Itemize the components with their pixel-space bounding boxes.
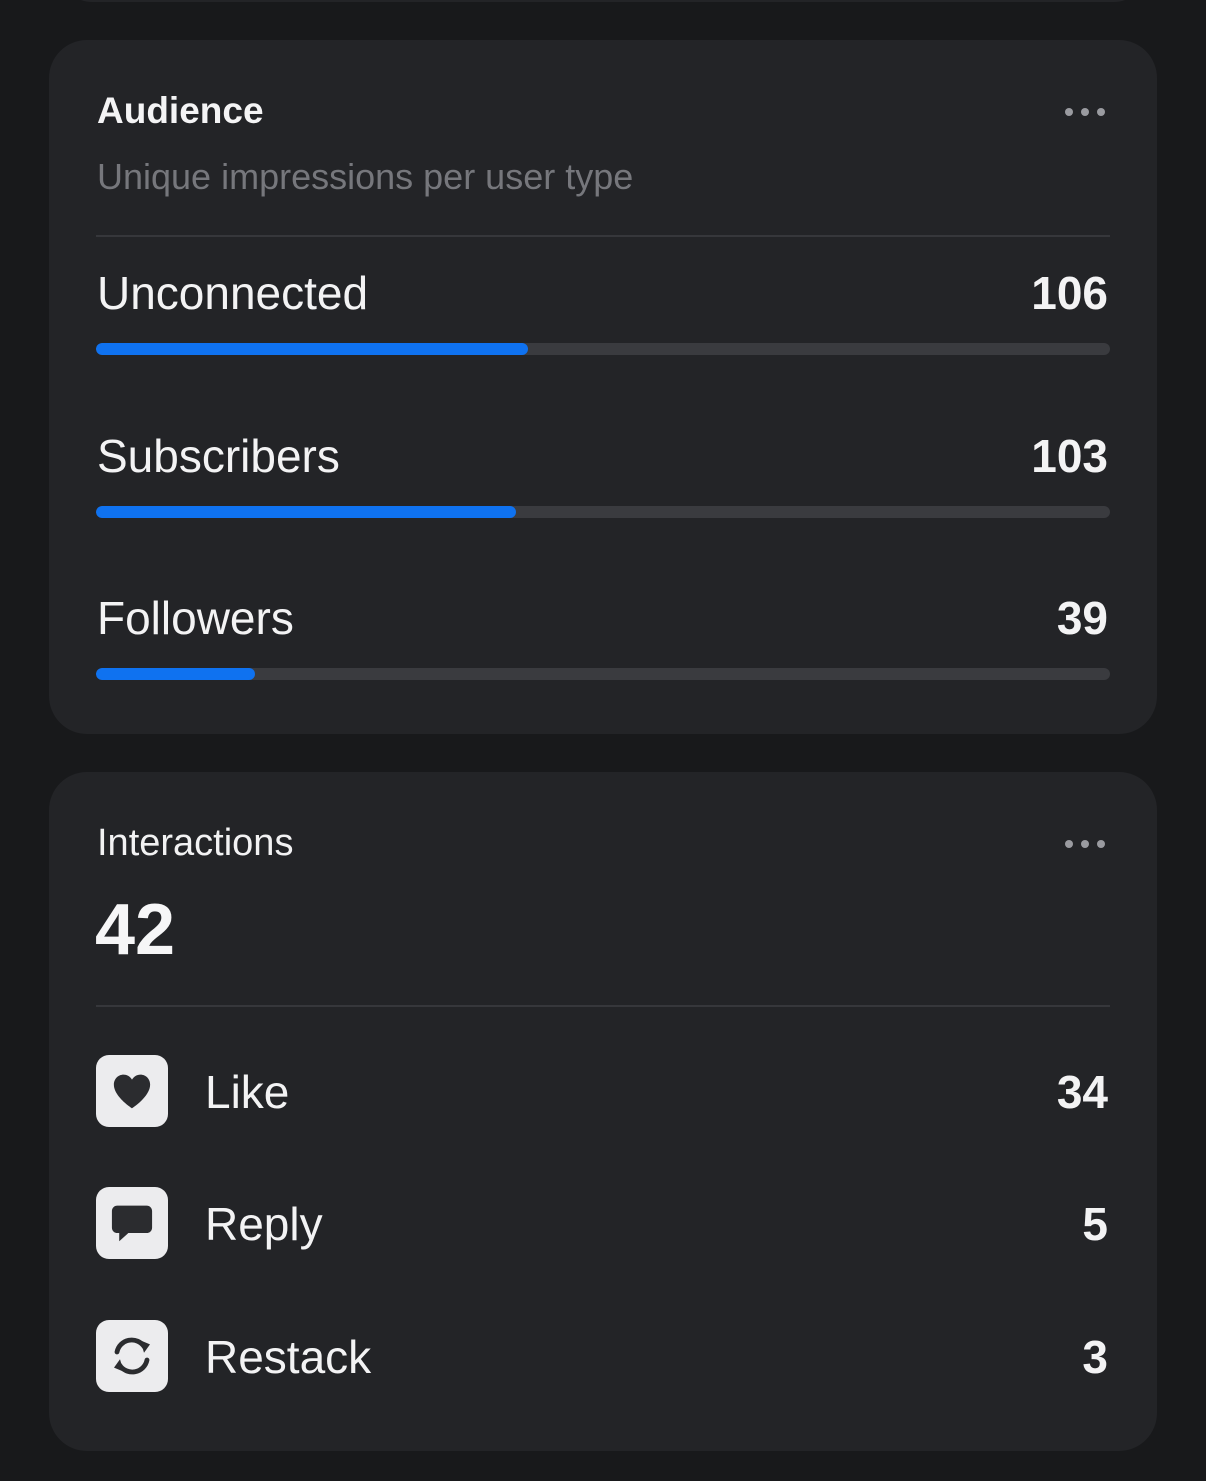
interaction-row-reply[interactable]: Reply 5 [96, 1187, 1110, 1259]
metric-bar-track [96, 506, 1110, 518]
interactions-more-button[interactable] [1065, 832, 1105, 856]
interaction-label: Like [205, 1066, 290, 1118]
metric-row-unconnected: Unconnected 106 [96, 266, 1110, 376]
interaction-row-like[interactable]: Like 34 [96, 1055, 1110, 1127]
metric-label: Subscribers [97, 430, 340, 482]
metric-value: 106 [1031, 267, 1108, 319]
audience-subtitle: Unique impressions per user type [97, 156, 634, 197]
interactions-card: Interactions 42 Like 34 Reply 5 Restack … [49, 772, 1157, 1451]
metric-bar-fill [96, 506, 516, 518]
interaction-label: Restack [205, 1331, 372, 1383]
interaction-label: Reply [205, 1198, 323, 1250]
metric-value: 103 [1031, 430, 1108, 482]
metric-bar-fill [96, 668, 256, 680]
heart-icon[interactable] [96, 1055, 168, 1127]
interaction-value: 3 [1082, 1331, 1108, 1383]
metric-value: 39 [1056, 592, 1108, 644]
restack-icon[interactable] [96, 1320, 168, 1392]
metric-row-followers: Followers 39 [96, 591, 1110, 701]
metric-bar-track [96, 668, 1110, 680]
metric-bar-fill [96, 343, 528, 355]
metric-label: Followers [97, 592, 294, 644]
interaction-row-restack[interactable]: Restack 3 [96, 1320, 1110, 1392]
interactions-total: 42 [95, 890, 176, 970]
metric-row-subscribers: Subscribers 103 [96, 429, 1110, 539]
interactions-title: Interactions [97, 822, 294, 864]
interaction-value: 34 [1056, 1066, 1108, 1118]
ellipsis-icon [1065, 108, 1073, 116]
ellipsis-icon [1065, 840, 1073, 848]
metric-label: Unconnected [97, 267, 369, 319]
audience-divider [96, 235, 1110, 237]
audience-title: Audience [97, 90, 264, 131]
audience-more-button[interactable] [1065, 100, 1105, 124]
previous-card-edge [60, 0, 1146, 2]
interaction-value: 5 [1082, 1198, 1108, 1250]
interactions-divider [96, 1005, 1110, 1007]
audience-card: Audience Unique impressions per user typ… [49, 40, 1157, 734]
comment-icon[interactable] [96, 1187, 168, 1259]
metric-bar-track [96, 343, 1110, 355]
